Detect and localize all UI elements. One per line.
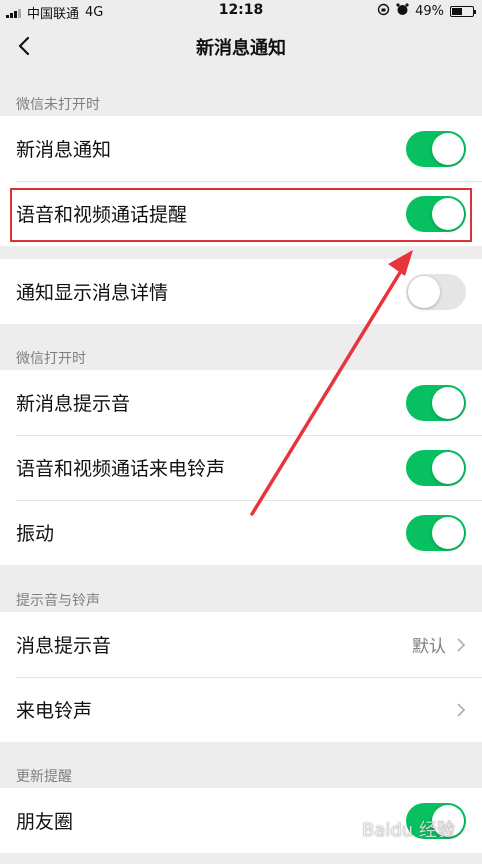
toggle-knob xyxy=(432,451,464,484)
toggle-vibrate[interactable] xyxy=(406,514,466,551)
row-label: 朋友圈 xyxy=(16,811,74,833)
row-vibrate: 振动 xyxy=(0,500,482,565)
row-new-message-sound: 新消息提示音 xyxy=(0,370,482,435)
row-new-message-notify: 新消息通知 xyxy=(0,116,482,181)
row-value: 默认 xyxy=(412,637,446,657)
toggle-new-message-notify[interactable] xyxy=(406,130,466,167)
section-header-updates: 更新提醒 xyxy=(16,769,72,785)
group-sounds: 消息提示音 默认 来电铃声 xyxy=(0,612,482,742)
toggle-call-ringtone[interactable] xyxy=(406,449,466,486)
battery-percent: 49% xyxy=(415,4,444,19)
row-show-details: 通知显示消息详情 xyxy=(0,259,482,324)
row-call-ringtone: 语音和视频通话来电铃声 xyxy=(0,435,482,500)
group-open: 新消息提示音 语音和视频通话来电铃声 振动 xyxy=(0,370,482,565)
toggle-knob xyxy=(408,275,440,308)
toggle-voice-video-reminder[interactable] xyxy=(406,195,466,232)
toggle-show-details[interactable] xyxy=(406,273,466,310)
status-right: 49% xyxy=(377,3,476,20)
chevron-right-icon xyxy=(457,702,466,717)
section-header-sounds: 提示音与铃声 xyxy=(16,593,100,609)
row-label: 通知显示消息详情 xyxy=(16,282,169,304)
row-label: 来电铃声 xyxy=(16,700,93,722)
section-header-open: 微信打开时 xyxy=(16,351,86,367)
watermark-logo: Baidu 经验 xyxy=(362,815,472,848)
alarm-icon xyxy=(396,3,409,20)
battery-icon xyxy=(450,6,476,17)
chevron-right-icon xyxy=(457,637,466,652)
toggle-knob xyxy=(432,132,464,165)
toggle-knob xyxy=(432,516,464,549)
row-voice-video-reminder: 语音和视频通话提醒 xyxy=(0,181,482,246)
row-label: 新消息提示音 xyxy=(16,393,131,415)
toggle-knob xyxy=(432,197,464,230)
svg-text:Baidu 经验: Baidu 经验 xyxy=(362,820,455,841)
group-closed-details: 通知显示消息详情 xyxy=(0,259,482,324)
nav-bar: 新消息通知 xyxy=(0,22,482,70)
row-label: 新消息通知 xyxy=(16,139,112,161)
toggle-new-message-sound[interactable] xyxy=(406,384,466,421)
row-label: 振动 xyxy=(16,523,55,545)
row-label: 语音和视频通话提醒 xyxy=(16,204,188,226)
group-closed: 新消息通知 语音和视频通话提醒 xyxy=(0,116,482,246)
row-label: 消息提示音 xyxy=(16,635,112,657)
row-incoming-ringtone[interactable]: 来电铃声 xyxy=(0,677,482,742)
section-header-closed: 微信未打开时 xyxy=(16,97,100,113)
orientation-lock-icon xyxy=(377,3,390,20)
status-bar: 中国联通 4G 12:18 49% xyxy=(0,0,482,22)
page-title: 新消息通知 xyxy=(196,38,286,59)
row-label: 语音和视频通话来电铃声 xyxy=(16,458,226,480)
toggle-knob xyxy=(432,386,464,419)
row-message-sound[interactable]: 消息提示音 默认 xyxy=(0,612,482,677)
